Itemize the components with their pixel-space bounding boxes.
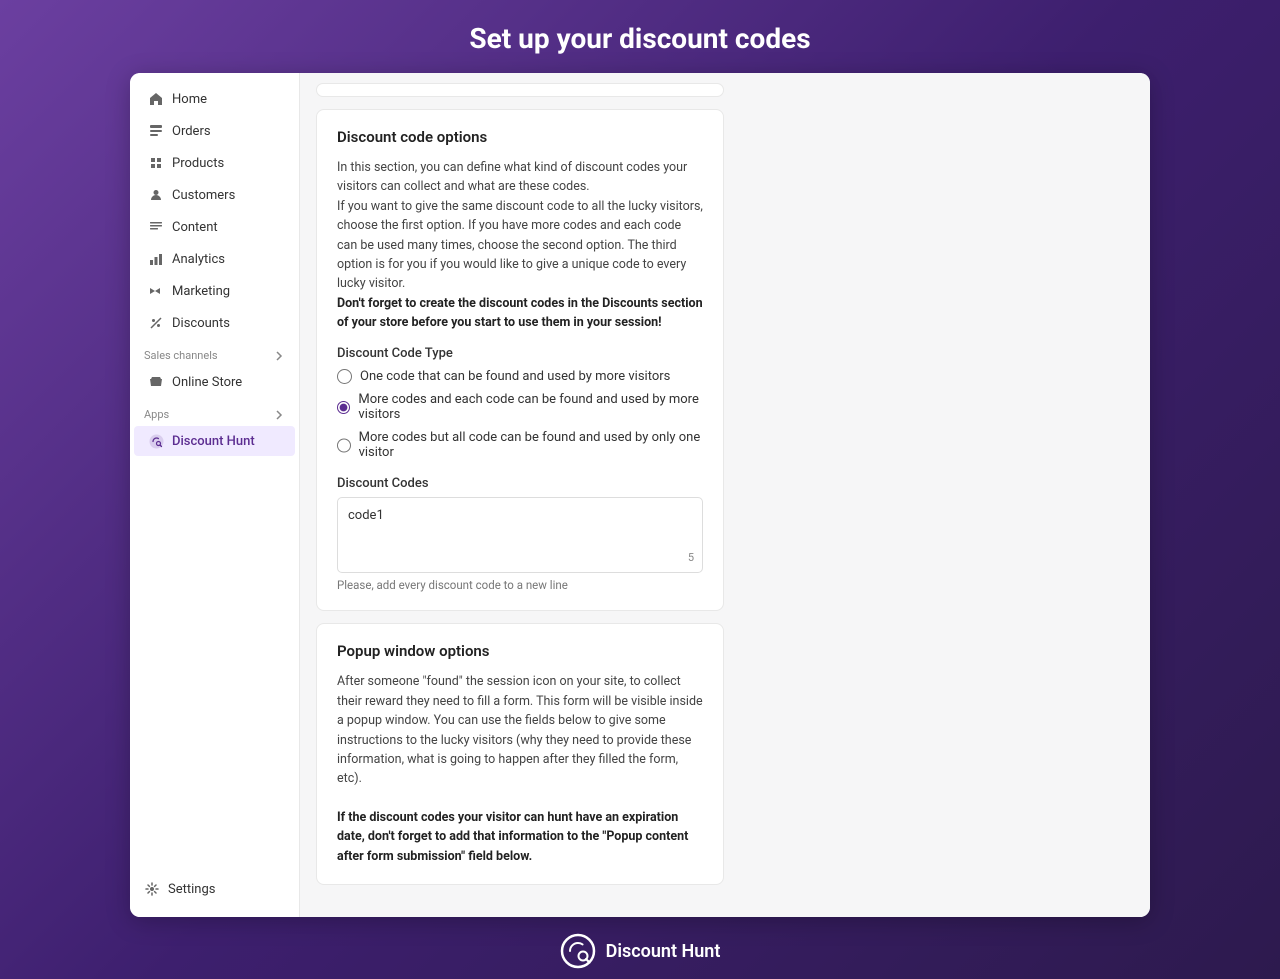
sidebar-item-customers[interactable]: Customers (134, 180, 295, 210)
radio-group: One code that can be found and used by m… (337, 369, 703, 460)
main-container: Home Orders Products Customers (130, 73, 1150, 917)
content-icon (148, 219, 164, 235)
marketing-icon (148, 283, 164, 299)
home-icon (148, 91, 164, 107)
bold-note: Don't forget to create the discount code… (337, 296, 703, 330)
discount-codes-label: Discount Codes (337, 476, 703, 491)
sidebar-item-marketing[interactable]: Marketing (134, 276, 295, 306)
sidebar-item-online-store[interactable]: Online Store (134, 367, 295, 397)
sales-channels-label: Sales channels (130, 339, 299, 366)
store-icon (148, 374, 164, 390)
popup-window-options-card: Popup window options After someone "foun… (316, 623, 724, 885)
discount-options-desc: In this section, you can define what kin… (337, 158, 703, 332)
code-type-label: Discount Code Type (337, 346, 703, 361)
sidebar-item-content[interactable]: Content (134, 212, 295, 242)
settings-icon (144, 881, 160, 897)
radio-more-codes-unique-label: More codes but all code can be found and… (359, 430, 703, 460)
discount-hunt-sidebar-icon (148, 433, 164, 449)
sidebar-item-orders[interactable]: Orders (134, 116, 295, 146)
discounts-icon (148, 315, 164, 331)
discount-options-title: Discount code options (337, 128, 703, 146)
customers-icon (148, 187, 164, 203)
discount-codes-textarea[interactable]: code1 (338, 498, 702, 568)
sidebar-settings[interactable]: Settings (130, 871, 299, 907)
apps-section-label: Apps (130, 398, 299, 425)
radio-one-code[interactable]: One code that can be found and used by m… (337, 369, 703, 384)
orders-icon (148, 123, 164, 139)
codes-hint-text: Please, add every discount code to a new… (337, 578, 703, 592)
content-area: Discount code options In this section, y… (300, 73, 1150, 917)
footer-label: Discount Hunt (606, 941, 721, 962)
radio-one-code-input[interactable] (337, 369, 352, 384)
sidebar-item-home[interactable]: Home (134, 84, 295, 114)
radio-more-codes-unique[interactable]: More codes but all code can be found and… (337, 430, 703, 460)
radio-more-codes-multi-label: More codes and each code can be found an… (358, 392, 703, 422)
analytics-icon (148, 251, 164, 267)
content-inner: Discount code options In this section, y… (300, 73, 740, 917)
page-title: Set up your discount codes (0, 0, 1280, 73)
sidebar: Home Orders Products Customers (130, 73, 300, 917)
radio-more-codes-multi-input[interactable] (337, 400, 350, 415)
sidebar-item-discount-hunt[interactable]: Discount Hunt (134, 426, 295, 456)
sidebar-item-analytics[interactable]: Analytics (134, 244, 295, 274)
sidebar-item-discounts[interactable]: Discounts (134, 308, 295, 338)
popup-bold-note: If the discount codes your visitor can h… (337, 810, 688, 864)
popup-options-desc: After someone "found" the session icon o… (337, 672, 703, 866)
popup-options-title: Popup window options (337, 642, 703, 660)
radio-more-codes-unique-input[interactable] (337, 438, 351, 453)
radio-more-codes-multi[interactable]: More codes and each code can be found an… (337, 392, 703, 422)
footer: Discount Hunt (560, 917, 721, 979)
sidebar-item-products[interactable]: Products (134, 148, 295, 178)
footer-icon (560, 933, 596, 969)
partial-top-card (316, 83, 724, 97)
discount-code-options-card: Discount code options In this section, y… (316, 109, 724, 611)
codes-textarea-wrapper: code1 5 (337, 497, 703, 573)
radio-one-code-label: One code that can be found and used by m… (360, 369, 670, 384)
char-count: 5 (688, 551, 694, 564)
products-icon (148, 155, 164, 171)
